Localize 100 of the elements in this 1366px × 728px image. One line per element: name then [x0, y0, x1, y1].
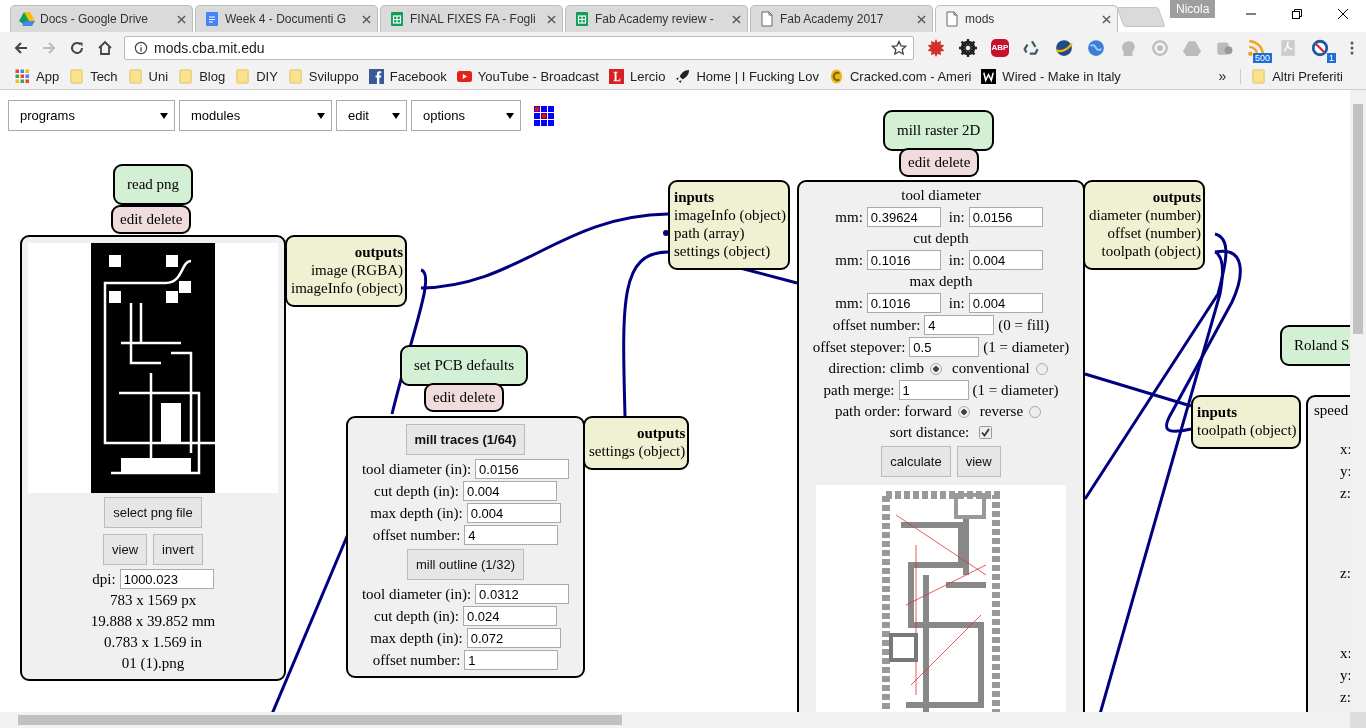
- tab-title: FINAL FIXES FA - Fogli: [410, 12, 537, 26]
- globe-icon[interactable]: [1087, 38, 1105, 57]
- module-title[interactable]: set PCB defaults: [400, 345, 528, 386]
- browser-tab[interactable]: Docs - Google Drive: [10, 5, 193, 32]
- vertical-scrollbar[interactable]: [1350, 90, 1366, 712]
- input-field[interactable]: 0.0156: [475, 459, 570, 479]
- bookmark[interactable]: Lercio: [603, 68, 671, 84]
- menu-icon[interactable]: [1350, 39, 1354, 56]
- input-field[interactable]: 0.024: [463, 606, 557, 626]
- browser-tab[interactable]: FINAL FIXES FA - Fogli: [380, 5, 563, 32]
- output-port[interactable]: toolpath (object): [1101, 242, 1202, 260]
- close-icon[interactable]: [732, 14, 741, 24]
- output-port[interactable]: imageInfo (object): [291, 279, 404, 297]
- info-icon[interactable]: [134, 40, 148, 55]
- input-field[interactable]: 0.0156: [968, 207, 1043, 227]
- close-icon[interactable]: [917, 14, 926, 24]
- menu-select[interactable]: options: [411, 100, 521, 131]
- action-link[interactable]: edit: [433, 389, 456, 406]
- browser-tab[interactable]: mods: [935, 5, 1118, 32]
- more-bookmarks-button[interactable]: »: [1218, 68, 1227, 84]
- module-button[interactable]: mill outline (1/32): [407, 549, 524, 580]
- bookmark[interactable]: Blog: [173, 68, 231, 84]
- close-icon[interactable]: [1102, 14, 1111, 24]
- module-title[interactable]: Roland S: [1280, 325, 1350, 366]
- module-button[interactable]: invert: [153, 534, 203, 565]
- bookmark[interactable]: Home | I Fucking Lov: [670, 68, 824, 84]
- close-icon[interactable]: [362, 14, 371, 24]
- action-link[interactable]: edit: [908, 154, 931, 171]
- bookmark[interactable]: DIY: [230, 68, 283, 84]
- input-field[interactable]: 0.004: [466, 503, 561, 523]
- radio-button[interactable]: [957, 405, 970, 418]
- close-icon[interactable]: [177, 14, 186, 24]
- input-port[interactable]: path (array): [674, 224, 787, 242]
- bookmark[interactable]: Altri Preferiti: [1240, 68, 1348, 84]
- radio-button[interactable]: [930, 362, 943, 375]
- recycle-icon[interactable]: [1023, 38, 1041, 57]
- bookmark[interactable]: Cracked.com - Ameri: [824, 68, 977, 84]
- planet-icon[interactable]: [1055, 38, 1073, 57]
- module-button[interactable]: view: [103, 534, 148, 565]
- output-port[interactable]: offset (number): [1107, 224, 1202, 242]
- action-link[interactable]: delete: [459, 389, 496, 406]
- close-icon[interactable]: [547, 14, 556, 24]
- input-field[interactable]: 0.072: [466, 628, 561, 648]
- bookmark[interactable]: Uni: [122, 68, 174, 84]
- module-button[interactable]: select png file: [104, 497, 202, 528]
- menu-select[interactable]: edit: [336, 100, 407, 131]
- input-port[interactable]: settings (object): [674, 242, 787, 260]
- radio-button[interactable]: [1029, 405, 1042, 418]
- menu-select[interactable]: modules: [179, 100, 332, 131]
- input-field[interactable]: 1: [464, 650, 559, 670]
- input-field[interactable]: 0.004: [463, 481, 557, 501]
- browser-tab[interactable]: Fab Academy 2017: [750, 5, 933, 32]
- module-button[interactable]: mill traces (1/64): [405, 424, 526, 455]
- action-link[interactable]: delete: [146, 211, 183, 228]
- horizontal-scrollbar[interactable]: [0, 712, 1350, 728]
- bookmark[interactable]: YouTube - Broadcast: [451, 68, 604, 84]
- grid-logo-icon[interactable]: [533, 104, 555, 127]
- input-port[interactable]: toolpath (object): [1197, 421, 1297, 439]
- rss-icon[interactable]: [1247, 38, 1265, 57]
- input-field[interactable]: 0.39624: [866, 207, 941, 227]
- input-field[interactable]: 4: [924, 315, 995, 335]
- home-icon[interactable]: [97, 39, 113, 56]
- starburst-icon[interactable]: [927, 38, 945, 57]
- input-field[interactable]: 0.0312: [475, 584, 570, 604]
- output-port[interactable]: diameter (number): [1089, 206, 1202, 224]
- no-sign-icon[interactable]: [1311, 38, 1329, 57]
- bookmark[interactable]: Wired - Make in Italy: [976, 68, 1126, 84]
- reload-icon[interactable]: [69, 39, 85, 56]
- address-bar[interactable]: mods.cba.mit.edu: [124, 35, 914, 60]
- output-port[interactable]: settings (object): [589, 442, 686, 460]
- module-button[interactable]: view: [956, 446, 1001, 477]
- input-field[interactable]: 0.1016: [866, 250, 941, 270]
- back-icon[interactable]: [13, 39, 29, 56]
- star-icon[interactable]: [891, 39, 907, 56]
- input-field[interactable]: 1: [898, 380, 969, 400]
- stop-sign-badge[interactable]: ABP: [991, 38, 1009, 57]
- input-field[interactable]: 0.004: [968, 293, 1043, 313]
- browser-tab[interactable]: Week 4 - Documenti G: [195, 5, 378, 32]
- radio-button[interactable]: [1035, 362, 1048, 375]
- bookmark[interactable]: Sviluppo: [282, 68, 364, 84]
- menu-select[interactable]: programs: [8, 100, 175, 131]
- checkbox[interactable]: [979, 426, 993, 439]
- gear-icon[interactable]: [959, 38, 977, 57]
- input-field[interactable]: 1000.023: [119, 569, 214, 589]
- module-title[interactable]: read png: [113, 164, 194, 205]
- input-field[interactable]: 4: [464, 525, 559, 545]
- input-field[interactable]: 0.004: [968, 250, 1043, 270]
- browser-tab[interactable]: Fab Academy review -: [565, 5, 748, 32]
- input-field[interactable]: 0.1016: [866, 293, 941, 313]
- input-field[interactable]: 0.5: [909, 337, 980, 357]
- module-button[interactable]: calculate: [881, 446, 951, 477]
- bookmark[interactable]: App: [10, 68, 65, 84]
- output-port[interactable]: image (RGBA): [310, 261, 404, 279]
- inputs-heading: inputs: [1197, 403, 1239, 421]
- action-link[interactable]: edit: [120, 211, 143, 228]
- action-link[interactable]: delete: [934, 154, 971, 171]
- input-port[interactable]: imageInfo (object): [674, 206, 787, 224]
- bookmark[interactable]: Facebook: [363, 68, 452, 84]
- bookmark[interactable]: Tech: [64, 68, 123, 84]
- module-title[interactable]: mill raster 2D: [883, 110, 995, 151]
